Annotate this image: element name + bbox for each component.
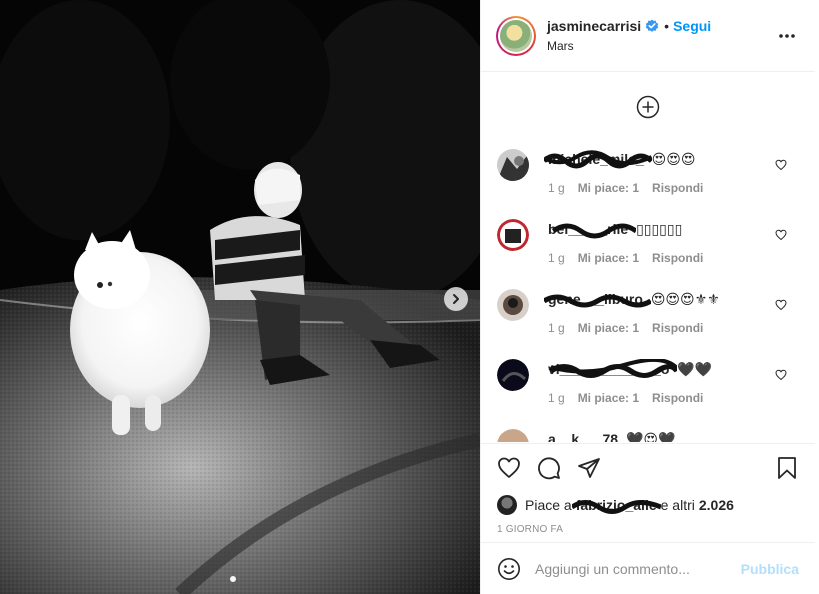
comment-button[interactable] <box>537 456 561 480</box>
reply-button[interactable]: Rispondi <box>652 321 703 335</box>
post-photo[interactable] <box>0 0 480 594</box>
heart-icon[interactable] <box>775 229 787 241</box>
reply-button[interactable]: Rispondi <box>652 251 703 265</box>
likes-count[interactable]: 2.026 <box>699 497 734 513</box>
verified-badge-icon <box>645 19 659 33</box>
comment-likes[interactable]: Mi piace: 1 <box>578 181 639 195</box>
chevron-right-icon <box>453 294 459 304</box>
post-side-panel: jasminecarrisi • Segui Mars michele_mile… <box>480 0 815 594</box>
comment-icon <box>538 457 560 480</box>
comment-avatar[interactable] <box>497 429 529 442</box>
comment-username[interactable]: vi_____________o <box>548 359 678 378</box>
comment-item: vi_____________o 🖤🖤 1 g Mi piace: 1 Risp… <box>481 352 815 422</box>
liker-username[interactable]: fabrizio_alle <box>571 497 661 514</box>
comment-username[interactable]: michele_mile_ <box>544 150 652 169</box>
comment-text: 😍😍😍 <box>651 151 696 167</box>
comment-avatar[interactable] <box>497 359 529 391</box>
comment-text: 😍😍😍⚜⚜ <box>650 291 720 307</box>
post-timestamp[interactable]: 1 GIORNO FA <box>481 524 815 544</box>
share-button[interactable] <box>577 456 601 480</box>
comment-time[interactable]: 1 g <box>548 391 565 405</box>
comment-username[interactable]: a__k___78 <box>548 431 618 442</box>
comment-item: gene___ilburo 😍😍😍⚜⚜ 1 g Mi piace: 1 Risp… <box>481 282 815 352</box>
comment-username[interactable]: gene___ilburo <box>544 291 651 308</box>
comment-item: michele_mile_ 😍😍😍 1 g Mi piace: 1 Rispon… <box>481 142 815 212</box>
comment-time[interactable]: 1 g <box>548 321 565 335</box>
likes-suffix: e altri <box>660 497 695 513</box>
reply-button[interactable]: Rispondi <box>652 181 703 195</box>
separator-dot: • <box>664 18 670 34</box>
author-avatar[interactable] <box>496 15 536 56</box>
post-location[interactable]: Mars <box>547 39 773 53</box>
comment-username[interactable]: bel_____rile <box>548 221 637 239</box>
publish-button[interactable]: Pubblica <box>741 561 799 577</box>
comment-likes[interactable]: Mi piace: 1 <box>578 251 639 265</box>
comment-time[interactable]: 1 g <box>548 251 565 265</box>
next-photo-button[interactable] <box>444 287 468 311</box>
heart-icon <box>498 457 520 478</box>
author-username[interactable]: jasminecarrisi <box>547 18 641 34</box>
comment-avatar[interactable] <box>497 289 529 321</box>
add-comment-bar: Pubblica <box>481 542 815 594</box>
comment-time[interactable]: 1 g <box>548 181 565 195</box>
more-options-icon <box>779 33 795 38</box>
heart-icon[interactable] <box>775 369 787 381</box>
load-more-comments[interactable] <box>481 72 815 142</box>
emoji-button[interactable] <box>497 557 521 581</box>
comment-input[interactable] <box>535 560 741 577</box>
liker-avatar[interactable] <box>497 495 517 515</box>
more-options-button[interactable] <box>773 22 801 50</box>
post-header: jasminecarrisi • Segui Mars <box>481 0 815 72</box>
post-actions: Piace a fabrizio_alle e altri 2.026 1 GI… <box>481 443 815 544</box>
comment-text: 🖤🖤 <box>677 361 713 377</box>
comment-item: a__k___78 🖤😍🖤 <box>481 422 815 442</box>
like-button[interactable] <box>497 456 521 480</box>
comment-likes[interactable]: Mi piace: 1 <box>578 391 639 405</box>
comment-avatar[interactable] <box>497 219 529 251</box>
share-icon <box>578 458 600 478</box>
comments-list[interactable]: michele_mile_ 😍😍😍 1 g Mi piace: 1 Rispon… <box>481 72 815 442</box>
carousel-dot-active <box>230 576 236 582</box>
emoji-icon <box>498 557 520 580</box>
save-button[interactable] <box>775 456 799 480</box>
likes-prefix: Piace a <box>525 497 572 513</box>
heart-icon[interactable] <box>775 299 787 311</box>
comment-text: 🖤😍🖤 <box>625 431 676 442</box>
comment-avatar[interactable] <box>497 149 529 181</box>
photo-image <box>0 0 480 594</box>
comment-text: ▯▯▯▯▯▯ <box>636 221 683 237</box>
carousel-indicator <box>230 576 236 582</box>
heart-icon[interactable] <box>775 159 787 171</box>
reply-button[interactable]: Rispondi <box>652 391 703 405</box>
comment-likes[interactable]: Mi piace: 1 <box>578 321 639 335</box>
plus-circle-icon[interactable] <box>636 95 660 119</box>
follow-button[interactable]: Segui <box>673 18 711 34</box>
likes-summary[interactable]: Piace a fabrizio_alle e altri 2.026 <box>481 492 815 518</box>
comment-item: bel_____rile ▯▯▯▯▯▯ 1 g Mi piace: 1 Risp… <box>481 212 815 282</box>
bookmark-icon <box>778 457 796 479</box>
